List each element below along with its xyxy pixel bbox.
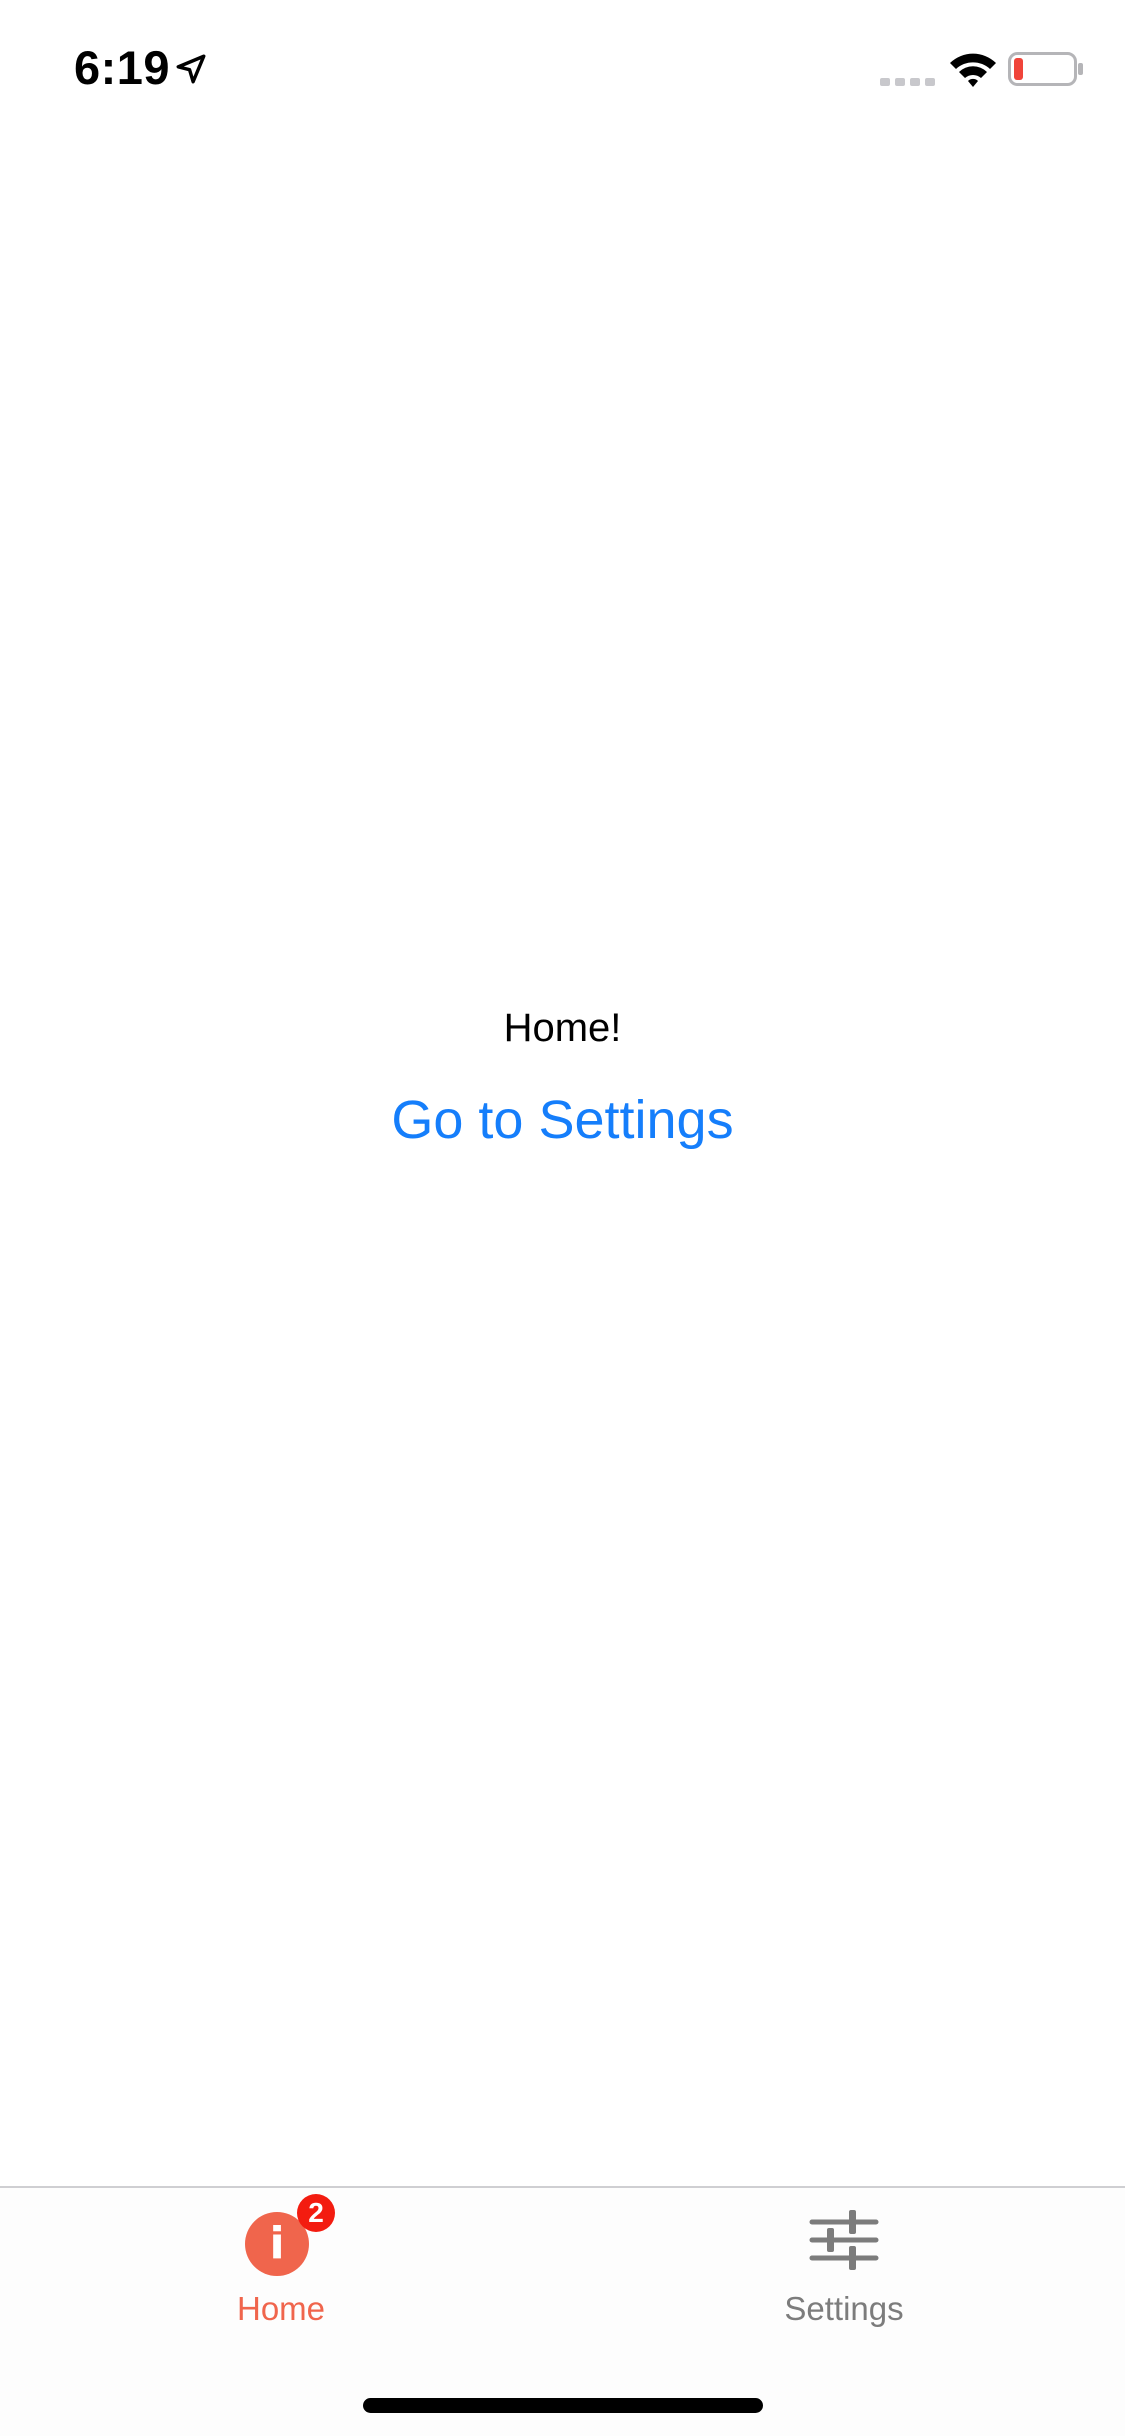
sliders-icon [809, 2210, 879, 2270]
home-screen: Home! Go to Settings [0, 132, 1125, 2186]
status-bar: 6:19 [0, 0, 1125, 132]
cellular-signal-icon [880, 78, 935, 86]
tab-settings-label: Settings [784, 2290, 904, 2327]
home-indicator[interactable] [363, 2398, 763, 2413]
tab-home-label: Home [236, 2290, 326, 2327]
go-to-settings-link[interactable]: Go to Settings [362, 1082, 763, 1158]
battery-icon [1008, 52, 1083, 86]
status-time: 6:19 [74, 41, 171, 94]
tab-home[interactable]: i 2 Home [0, 2188, 562, 2348]
wifi-icon [950, 53, 996, 87]
notification-badge: 2 [297, 2194, 335, 2232]
tab-settings[interactable]: Settings [563, 2188, 1125, 2348]
page-title: Home! [503, 1006, 622, 1050]
location-arrow-icon [176, 54, 206, 84]
tab-bar: i 2 Home Settings [0, 2186, 1125, 2436]
